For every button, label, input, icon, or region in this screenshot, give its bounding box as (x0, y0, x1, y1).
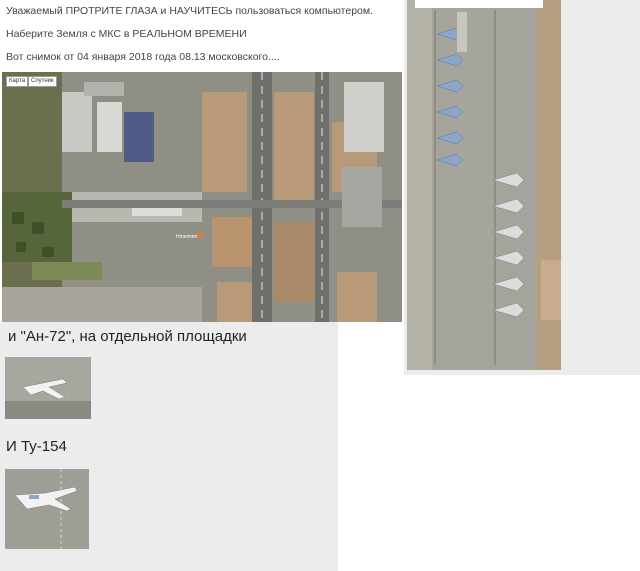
map-type-button[interactable]: Карта (6, 76, 29, 87)
text-line-3: Вот снимок от 04 января 2018 года 08.13 … (6, 51, 280, 63)
satellite-type-button[interactable]: Спутник (28, 76, 57, 87)
text-line-2: Наберите Земля с МКС в РЕАЛЬНОМ ВРЕМЕНИ (6, 28, 247, 40)
caption-tu154: И Ту-154 (6, 438, 67, 455)
an72-photo (5, 357, 91, 419)
aircraft-parking-photo (407, 0, 561, 370)
satellite-map[interactable]: Hmeimim Карта Спутник (2, 72, 402, 322)
caption-an72: и "Ан-72", на отдельной площадки (8, 328, 247, 345)
airbase-satellite-image: Hmeimim (2, 72, 402, 322)
map-place-label: Hmeimim (176, 234, 197, 240)
text-line-1: Уважаемый ПРОТРИТЕ ГЛАЗА и НАУЧИТЕСЬ пол… (6, 5, 374, 17)
tu154-photo (5, 469, 89, 549)
